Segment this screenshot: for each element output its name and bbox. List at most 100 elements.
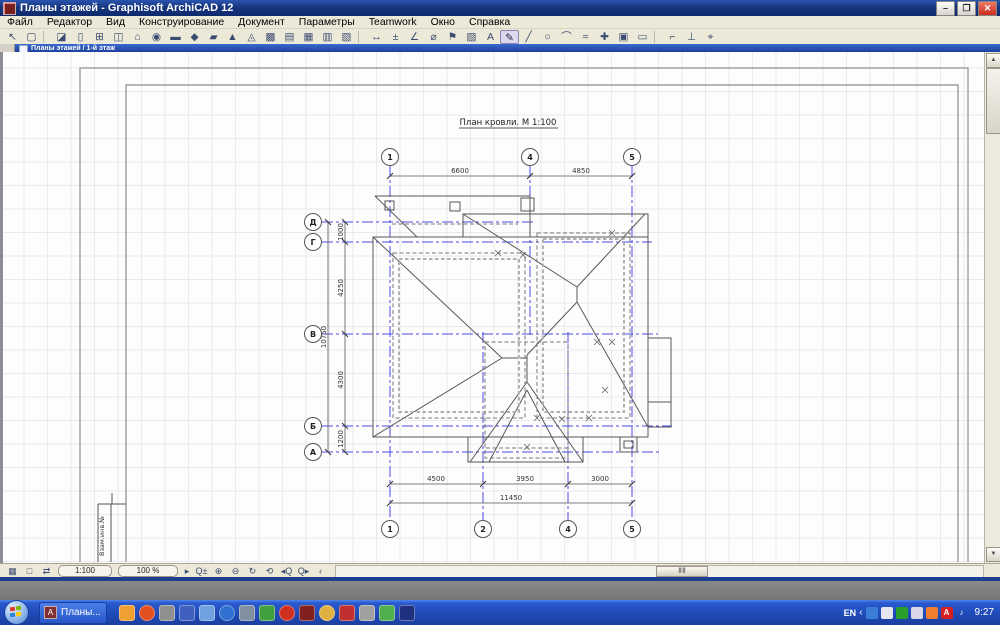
hotspot-tool-icon[interactable]: ✚ (595, 30, 614, 44)
maximize-button[interactable]: ❐ (957, 1, 976, 16)
scroll-up-icon[interactable]: ▲ (986, 53, 1000, 68)
antivirus-tray-icon[interactable]: A (940, 606, 953, 619)
section-tool-icon[interactable]: ⌐ (663, 30, 682, 44)
skylight-tool-icon[interactable]: ◫ (109, 30, 128, 44)
quicklaunch-icon-3[interactable] (159, 604, 175, 621)
shell-tool-icon[interactable]: ▰ (204, 30, 223, 44)
drawing-canvas[interactable] (3, 52, 985, 563)
explore-icon[interactable]: ⟲ (261, 565, 278, 577)
quicklaunch-icon-7[interactable] (239, 604, 255, 621)
slab-tool-icon[interactable]: ▬ (166, 30, 185, 44)
quicklaunch-icon-8[interactable] (259, 604, 275, 621)
scroll-left-icon[interactable]: ‹ (312, 565, 329, 577)
quicklaunch-icon-15[interactable] (399, 604, 415, 621)
taskbar-task-archicad[interactable]: A Планы... (39, 601, 107, 624)
arc-tool-icon[interactable]: ⌒ (557, 30, 576, 44)
mesh-tool-icon[interactable]: ▲ (223, 30, 242, 44)
arrow-tool-icon[interactable]: ↖ (3, 30, 22, 44)
menu-help[interactable]: Справка (462, 16, 517, 28)
previous-zoom-icon[interactable]: ◂Q (278, 565, 295, 577)
curtain-wall-tool-icon[interactable]: ▩ (261, 30, 280, 44)
quicklaunch-icon-9[interactable] (279, 604, 295, 621)
text-tool-icon[interactable]: A (481, 30, 500, 44)
quicklaunch-icon-2[interactable] (139, 604, 155, 621)
circle-tool-icon[interactable]: ○ (538, 30, 557, 44)
start-button[interactable] (4, 600, 29, 625)
next-zoom-icon[interactable]: Q▸ (295, 565, 312, 577)
angle-dimension-tool-icon[interactable]: ∠ (405, 30, 424, 44)
tray-icon-3[interactable] (895, 606, 908, 619)
stair-tool-icon[interactable]: ▤ (280, 30, 299, 44)
quicklaunch-icon-13[interactable] (359, 604, 375, 621)
elevation-tool-icon[interactable]: ⊥ (682, 30, 701, 44)
object-tool-icon[interactable]: ⌂ (128, 30, 147, 44)
zoom-level-selector[interactable]: 100 % (118, 565, 178, 577)
dimension-tool-icon[interactable]: ↔ (367, 30, 386, 44)
tray-collapse-icon[interactable]: ‹ (859, 607, 862, 618)
horizontal-scrollbar[interactable]: ▮▮ (335, 564, 984, 578)
minimize-button[interactable]: – (936, 1, 955, 16)
pen-tool-icon[interactable]: ✎ (500, 29, 519, 44)
taskbar-clock[interactable]: 9:27 (975, 607, 994, 618)
pet-palette-icon[interactable]: ▦ (4, 565, 21, 577)
quicklaunch-icon-14[interactable] (379, 604, 395, 621)
mdi-corner (0, 44, 15, 52)
camera-tool-icon[interactable]: ⌖ (701, 30, 720, 44)
quicklaunch-icon-1[interactable] (119, 604, 135, 621)
quicklaunch-icon-4[interactable] (179, 604, 195, 621)
close-button[interactable]: ✕ (978, 1, 997, 16)
tray-icon-2[interactable] (880, 606, 893, 619)
quick-options-icon[interactable]: □ (21, 565, 38, 577)
beam-tool-icon[interactable]: ▦ (299, 30, 318, 44)
quicklaunch-icon-12[interactable] (339, 604, 355, 621)
zoom-in-icon[interactable]: ⊕ (210, 565, 227, 577)
menu-window[interactable]: Окно (424, 16, 462, 28)
orbit-icon[interactable]: ↻ (244, 565, 261, 577)
door-tool-icon[interactable]: ▯ (71, 30, 90, 44)
vertical-scroll-thumb[interactable] (986, 68, 1000, 134)
menu-view[interactable]: Вид (99, 16, 132, 28)
label-tool-icon[interactable]: ⚑ (443, 30, 462, 44)
marquee-tool-icon[interactable]: ▢ (22, 30, 41, 44)
tray-icon-1[interactable] (865, 606, 878, 619)
zoom-menu-icon[interactable]: Q± (193, 565, 210, 577)
quicklaunch-icon-5[interactable] (199, 604, 215, 621)
spline-tool-icon[interactable]: ≈ (576, 30, 595, 44)
menu-document[interactable]: Документ (231, 16, 292, 28)
windows-flag-icon (9, 606, 16, 612)
zone-tool-icon[interactable]: ◬ (242, 30, 261, 44)
level-dimension-tool-icon[interactable]: ± (386, 30, 405, 44)
quicklaunch-icon-10[interactable] (299, 604, 315, 621)
morph-tool-icon[interactable]: ▧ (337, 30, 356, 44)
desktop[interactable] (0, 581, 1000, 600)
tray-icon-4[interactable] (910, 606, 923, 619)
menu-file[interactable]: Файл (0, 16, 40, 28)
column-tool-icon[interactable]: ▥ (318, 30, 337, 44)
roof-tool-icon[interactable]: ◆ (185, 30, 204, 44)
fill-tool-icon[interactable]: ▨ (462, 30, 481, 44)
wall-tool-icon[interactable]: ◪ (52, 30, 71, 44)
quicklaunch-icon-11[interactable] (319, 604, 335, 621)
pan-icon[interactable]: ⇄ (38, 565, 55, 577)
scroll-arrow-icon[interactable]: ▸ (181, 565, 193, 577)
child-window-titlebar[interactable]: Планы этажей / 1-й этаж (0, 44, 1000, 52)
scroll-down-icon[interactable]: ▼ (986, 547, 1000, 562)
menu-teamwork[interactable]: Teamwork (362, 16, 424, 28)
language-indicator[interactable]: EN (844, 608, 857, 618)
window-tool-icon[interactable]: ⊞ (90, 30, 109, 44)
horizontal-scroll-thumb[interactable]: ▮▮ (656, 565, 708, 577)
zoom-out-icon[interactable]: ⊖ (227, 565, 244, 577)
figure-tool-icon[interactable]: ▣ (614, 30, 633, 44)
menu-edit[interactable]: Редактор (40, 16, 99, 28)
radial-dimension-tool-icon[interactable]: ⌀ (424, 30, 443, 44)
scale-selector[interactable]: 1:100 (58, 565, 112, 577)
tray-icon-5[interactable] (925, 606, 938, 619)
menu-options[interactable]: Параметры (292, 16, 362, 28)
drawing-tool-icon[interactable]: ▭ (633, 30, 652, 44)
vertical-scrollbar[interactable]: ▲ ▼ (984, 52, 1000, 563)
menu-design[interactable]: Конструирование (132, 16, 231, 28)
lamp-tool-icon[interactable]: ◉ (147, 30, 166, 44)
quicklaunch-icon-6[interactable] (219, 604, 235, 621)
line-tool-icon[interactable]: ╱ (519, 30, 538, 44)
volume-icon[interactable]: ♪ (956, 607, 968, 619)
